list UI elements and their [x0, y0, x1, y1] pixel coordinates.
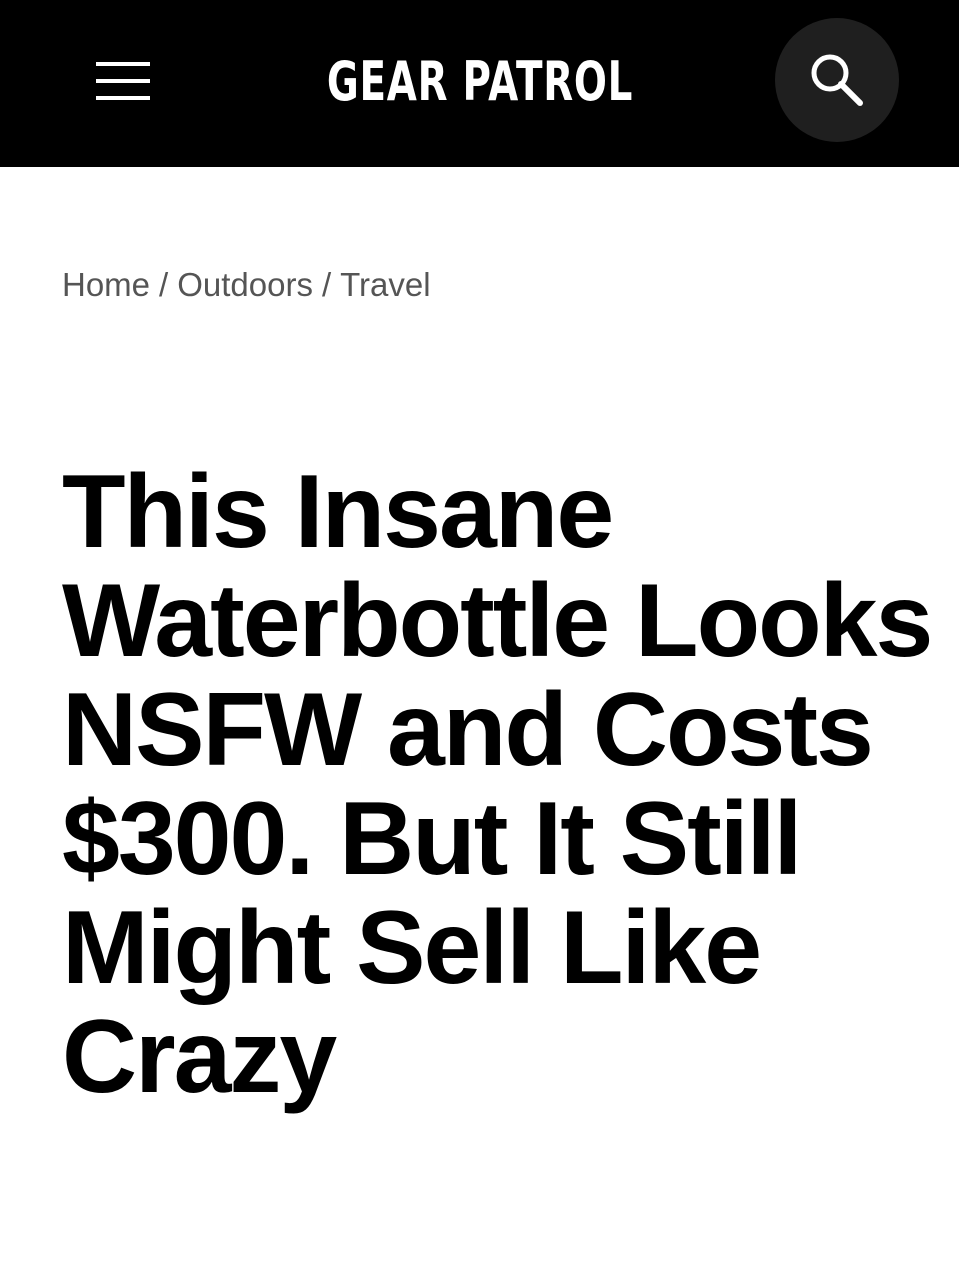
- breadcrumb-separator: /: [321, 266, 332, 303]
- breadcrumb-travel-link[interactable]: Travel: [340, 266, 430, 303]
- site-logo[interactable]: GEAR PATROL: [307, 36, 653, 126]
- breadcrumb-outdoors-link[interactable]: Outdoors: [177, 266, 313, 303]
- breadcrumb-separator: /: [159, 266, 169, 303]
- search-button[interactable]: [775, 18, 899, 142]
- site-header: GEAR PATROL: [0, 0, 959, 167]
- menu-button[interactable]: [80, 48, 166, 114]
- breadcrumb-home-link[interactable]: Home: [62, 266, 150, 303]
- search-icon: [811, 54, 863, 106]
- breadcrumb: Home / Outdoors / Travel: [62, 266, 431, 304]
- article-title: This Insane Waterbottle Looks NSFW and C…: [62, 454, 933, 1115]
